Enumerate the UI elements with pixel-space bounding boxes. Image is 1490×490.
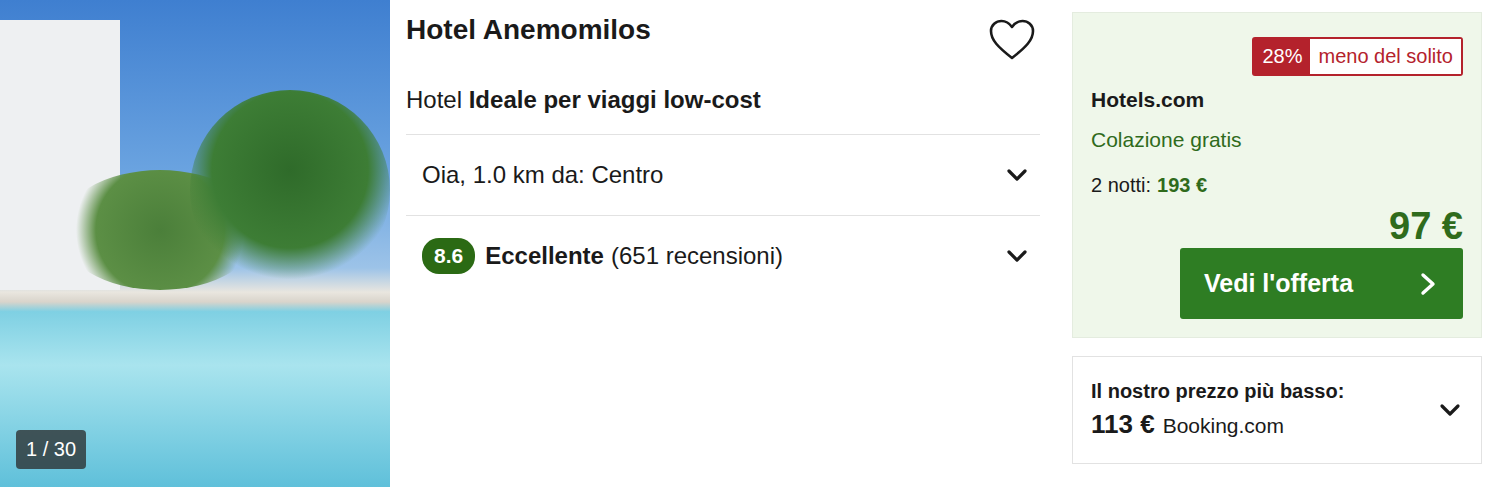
lowest-price-label: Il nostro prezzo più basso: — [1091, 380, 1344, 403]
deal-price: 97 € — [1389, 205, 1463, 248]
discount-percent: 28% — [1254, 39, 1310, 74]
lowest-price-amount: 113 € — [1091, 409, 1155, 439]
title-row: Hotel Anemomilos — [406, 0, 1040, 72]
deal-provider: Hotels.com — [1091, 88, 1463, 112]
discount-label: meno del solito — [1310, 39, 1461, 74]
view-offer-label: Vedi l'offerta — [1204, 269, 1353, 298]
rating-info: 8.6 Eccellente(651 recensioni) — [422, 238, 783, 274]
lowest-price-provider: Booking.com — [1163, 414, 1284, 437]
hotel-photo[interactable]: 1 / 30 — [0, 0, 390, 487]
deal-card: 28%meno del solito Hotels.com Colazione gr… — [1072, 12, 1482, 338]
location-row[interactable]: Oia, 1.0 km da: Centro — [406, 134, 1040, 215]
rating-reviews: (651 recensioni) — [611, 242, 783, 270]
hotel-tag: Ideale per viaggi low-cost — [469, 86, 761, 113]
discount-badge-wrap: 28%meno del solito — [1091, 37, 1463, 76]
discount-badge: 28%meno del solito — [1252, 37, 1463, 76]
chevron-down-icon — [1004, 162, 1030, 188]
hotel-name[interactable]: Hotel Anemomilos — [406, 14, 651, 46]
rating-score: 8.6 — [422, 238, 475, 274]
total-label: 2 notti: — [1091, 174, 1151, 196]
location-text: Oia, 1.0 km da: Centro — [422, 161, 663, 189]
view-offer-button[interactable]: Vedi l'offerta — [1180, 248, 1463, 319]
chevron-down-icon — [1004, 243, 1030, 269]
rating-row[interactable]: 8.6 Eccellente(651 recensioni) — [406, 215, 1040, 296]
photo-counter: 1 / 30 — [16, 430, 86, 469]
total-amount: 193 € — [1157, 174, 1207, 196]
lowest-price-line: 113 € Booking.com — [1091, 409, 1344, 440]
palm — [190, 90, 390, 290]
deal-perk: Colazione gratis — [1091, 128, 1463, 152]
rating-label: Eccellente — [485, 242, 604, 270]
hotel-type-line: Hotel Ideale per viaggi low-cost — [406, 72, 1040, 134]
total-line: 2 notti: 193 € — [1091, 174, 1463, 197]
chevron-right-icon — [1417, 271, 1439, 297]
hotel-type: Hotel — [406, 86, 462, 113]
heart-icon[interactable] — [988, 18, 1036, 62]
lowest-price-info: Il nostro prezzo più basso: 113 € Booking.… — [1091, 380, 1344, 440]
price-column: 28%meno del solito Hotels.com Colazione gr… — [1072, 0, 1482, 464]
lowest-price-card[interactable]: Il nostro prezzo più basso: 113 € Booking.… — [1072, 356, 1482, 464]
chevron-down-icon — [1437, 397, 1463, 423]
hotel-details: Hotel Anemomilos Hotel Ideale per viaggi … — [406, 0, 1040, 296]
